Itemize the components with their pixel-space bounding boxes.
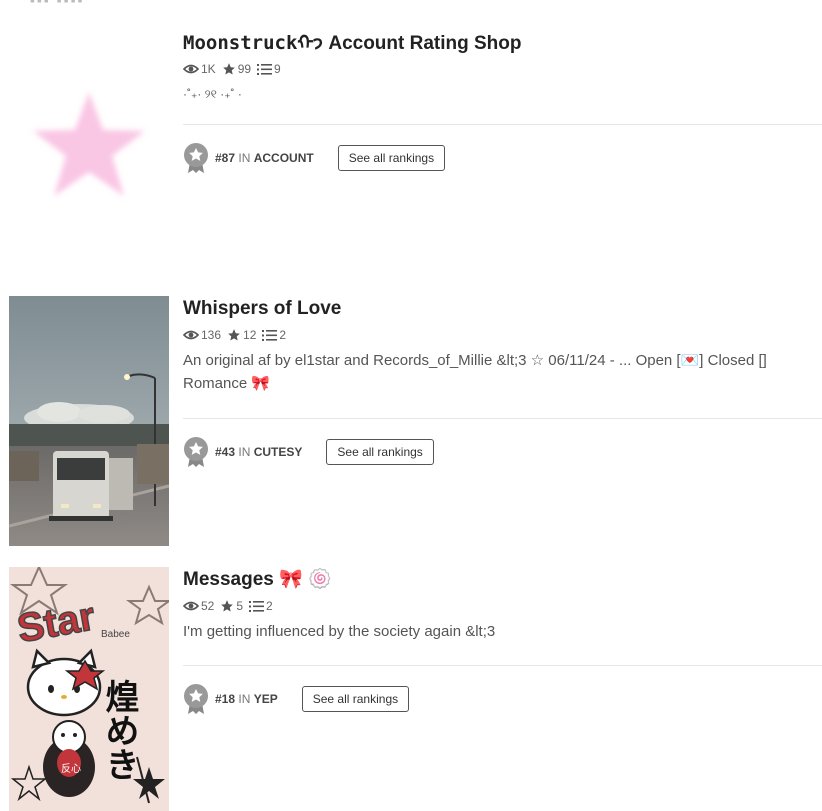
story-cover[interactable]: Star Babee 煌めき 反心 (9, 567, 169, 811)
parts-stat: 2 (249, 598, 273, 614)
views-stat: 52 (183, 598, 214, 614)
see-all-rankings-button[interactable]: See all rankings (326, 439, 434, 465)
cover-text: 反心 (61, 763, 81, 775)
pink-star-cover-art (33, 92, 145, 196)
pink-star-shape (33, 92, 145, 196)
story-info: Moonstruckᡣ𐭩 Account Rating Shop 1K 99 9… (183, 30, 822, 106)
story-title[interactable]: Messages 🎀 🍥 (183, 567, 822, 593)
votes-count: 99 (237, 62, 252, 76)
views-stat: 136 (183, 327, 221, 343)
story-info: Whispers of Love 136 12 2 An original af… (183, 296, 822, 395)
ranking-row: #87 IN ACCOUNT See all rankings (183, 142, 446, 174)
views-stat: 1K (183, 61, 216, 77)
list-icon (249, 600, 265, 612)
story-cover[interactable] (9, 296, 169, 546)
rank-label: #18 IN YEP (215, 692, 278, 706)
list-icon (257, 63, 273, 75)
ranking-row: #18 IN YEP See all rankings (183, 683, 410, 715)
see-all-rankings-button[interactable]: See all rankings (301, 686, 410, 712)
hello-kitty-cover-art: Star Babee 煌めき 反心 (9, 567, 169, 811)
star-icon (221, 600, 234, 612)
ranking-row: #43 IN CUTESY See all rankings (183, 436, 434, 468)
star-icon (222, 63, 235, 75)
story-stats: 52 5 2 (183, 598, 822, 614)
story-stats: 1K 99 9 (183, 61, 822, 77)
cover-text: Babee (101, 629, 130, 640)
votes-stat: 12 (227, 327, 256, 343)
title-part: Account Rating Shop (323, 33, 522, 54)
story-stats: 136 12 2 (183, 327, 822, 343)
story-card[interactable]: Star Babee 煌めき 反心 Messages 🎀 🍥 52 5 2 I'… (9, 567, 822, 811)
ribbon-badge-icon (184, 684, 208, 714)
story-cover[interactable] (9, 30, 169, 260)
cover-text: 煌めき (99, 679, 139, 781)
votes-stat: 5 (220, 598, 243, 614)
see-all-rankings-button[interactable]: See all rankings (337, 145, 446, 171)
cut-off-header: ▪▪▪ ▪▪▪▪ (30, 0, 85, 8)
ribbon-badge-icon (184, 437, 208, 467)
story-title[interactable]: Moonstruckᡣ𐭩 Account Rating Shop (183, 30, 822, 56)
parts-stat: 2 (262, 327, 286, 343)
title-part: Moonstruck (183, 32, 298, 54)
eye-icon (183, 330, 199, 340)
story-info: Messages 🎀 🍥 52 5 2 I'm getting influenc… (183, 567, 822, 643)
votes-stat: 99 (222, 61, 251, 77)
star-icon (228, 329, 240, 341)
eye-icon (183, 64, 199, 74)
list-icon (262, 329, 278, 341)
parts-stat: 9 (257, 61, 281, 77)
story-card[interactable]: Whispers of Love 136 12 2 An original af… (9, 296, 822, 546)
title-glyph: ᡣ𐭩 (297, 33, 324, 54)
story-title[interactable]: Whispers of Love (183, 296, 822, 322)
divider (183, 124, 822, 125)
story-description: An original af by el1star and Records_of… (183, 352, 767, 392)
story-description: I'm getting influenced by the society ag… (183, 623, 496, 640)
votes-count: 5 (236, 599, 244, 613)
rank-label: #43 IN CUTESY (215, 445, 303, 459)
votes-count: 12 (243, 328, 257, 342)
story-description: ·˚₊· ୨୧ ·₊˚ · (183, 87, 242, 101)
divider (183, 418, 822, 419)
eye-icon (183, 601, 199, 611)
views-count: 52 (201, 599, 215, 613)
parts-count: 2 (279, 328, 287, 342)
views-count: 136 (201, 328, 222, 342)
divider (183, 665, 822, 666)
story-card[interactable]: Moonstruckᡣ𐭩 Account Rating Shop 1K 99 9… (9, 30, 822, 260)
ribbon-badge-icon (184, 143, 208, 173)
parts-count: 9 (274, 62, 281, 76)
bus-photo-cover-art (9, 296, 169, 546)
views-count: 1K (201, 62, 216, 76)
parts-count: 2 (266, 599, 273, 613)
rank-label: #87 IN ACCOUNT (215, 151, 314, 165)
